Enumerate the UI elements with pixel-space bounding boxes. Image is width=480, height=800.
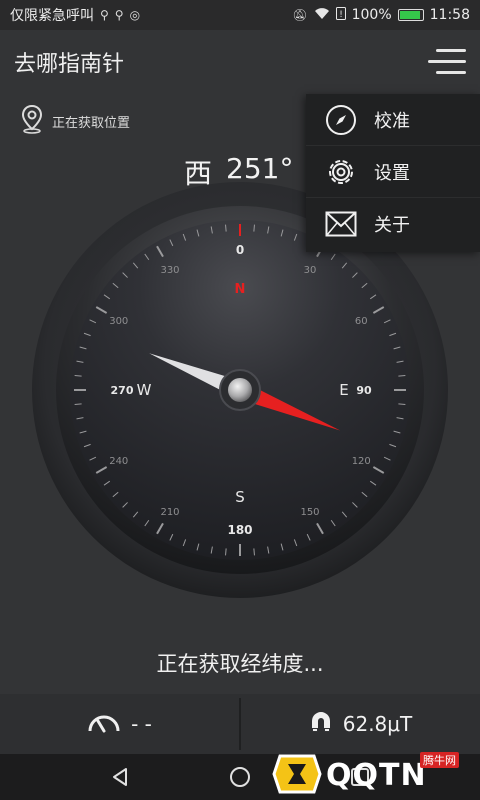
home-button[interactable]: [220, 757, 260, 797]
status-bar: 仅限紧急呼叫 ⚲ ⚲ ◎ 🔕︎ ! 100% 11:58: [0, 0, 480, 30]
svg-text:!: !: [339, 10, 343, 20]
compass-degree-label: 150: [300, 507, 319, 518]
menu-item-label: 校准: [374, 110, 410, 132]
compass-degree-label: 210: [160, 507, 179, 518]
bottom-info-bar: - - 62.8μT: [0, 694, 480, 754]
app-bar: 去哪指南针: [0, 30, 480, 94]
battery-percent: 100%: [351, 7, 392, 23]
location-pin-icon: [20, 104, 44, 138]
compass-tick: [225, 548, 227, 556]
battery-icon: [397, 9, 424, 21]
location-status: 正在获取位置: [20, 104, 130, 138]
menu-item-about[interactable]: 关于: [306, 198, 480, 250]
magnetic-value: 62.8μT: [342, 712, 413, 736]
watermark: QQTN 腾牛网: [270, 748, 480, 800]
back-triangle-icon: [113, 768, 127, 786]
mute-icon: 🔕︎: [292, 8, 308, 22]
watermark-sub: 腾牛网: [420, 752, 459, 768]
emergency-calls-text: 仅限紧急呼叫: [10, 8, 94, 24]
compass-degree-label: 330: [160, 265, 179, 276]
compass-tick: [253, 224, 255, 232]
speedometer-icon: [87, 711, 121, 738]
compass-icon: [324, 103, 358, 137]
compass-degree-label: 60: [355, 316, 368, 327]
location-text: 正在获取位置: [52, 115, 131, 131]
usb-icon-2: ⚲: [114, 8, 124, 22]
compass-tick: [398, 375, 406, 377]
wifi-icon: [314, 7, 330, 23]
compass-tick: [74, 403, 82, 405]
compass-tick: [225, 224, 227, 232]
compass-degree-label: 270: [111, 384, 134, 397]
compass-degree-label: 0: [236, 243, 244, 257]
compass-degree-label: 300: [109, 316, 128, 327]
menu-item-settings[interactable]: 设置: [306, 146, 480, 198]
compass-tick: [253, 548, 255, 556]
compass-degree-label: 30: [304, 265, 317, 276]
sim-alert-icon: !: [335, 7, 346, 23]
speed-value: - -: [131, 712, 152, 736]
magnet-icon: [309, 710, 333, 739]
compass-degree-label: 120: [352, 456, 371, 467]
compass-cardinal-w: W: [137, 381, 152, 399]
compass-degree-label: 240: [109, 456, 128, 467]
debug-icon: ◎: [129, 8, 141, 22]
menu-line-icon: [428, 60, 466, 63]
watermark-brand: QQTN: [326, 758, 427, 793]
menu-line-icon: [436, 71, 466, 74]
compass-degree-label: 90: [356, 384, 372, 397]
menu-item-label: 设置: [374, 162, 410, 184]
watermark-logo-icon: [272, 754, 322, 794]
clock: 11:58: [429, 7, 470, 23]
menu-item-label: 关于: [374, 215, 410, 236]
compass-tick: [74, 375, 82, 377]
compass-cardinal-s: S: [235, 488, 245, 506]
menu-line-icon: [436, 49, 466, 52]
needle-hub: [228, 378, 252, 402]
home-circle-icon: [230, 767, 250, 787]
compass-tick: [398, 403, 406, 405]
status-left: 仅限紧急呼叫 ⚲ ⚲ ◎: [10, 5, 140, 25]
back-button[interactable]: [100, 757, 140, 797]
coordinates-status: 正在获取经纬度...: [156, 652, 324, 676]
compass-cardinal-n: N: [235, 282, 246, 297]
magnetic-cell: 62.8μT: [241, 694, 480, 754]
app-title: 去哪指南针: [14, 52, 125, 77]
compass-degree-label: 180: [227, 523, 252, 537]
usb-icon: ⚲: [100, 8, 109, 22]
gear-icon: [324, 155, 358, 189]
speed-cell: - -: [0, 694, 239, 754]
overflow-menu: 校准 设置 关于: [306, 94, 480, 252]
menu-item-calibrate[interactable]: 校准: [306, 94, 480, 146]
compass-cardinal-e: E: [339, 381, 348, 399]
status-right: 🔕︎ ! 100% 11:58: [292, 7, 470, 23]
envelope-icon: [324, 207, 358, 241]
menu-button[interactable]: [424, 47, 466, 77]
